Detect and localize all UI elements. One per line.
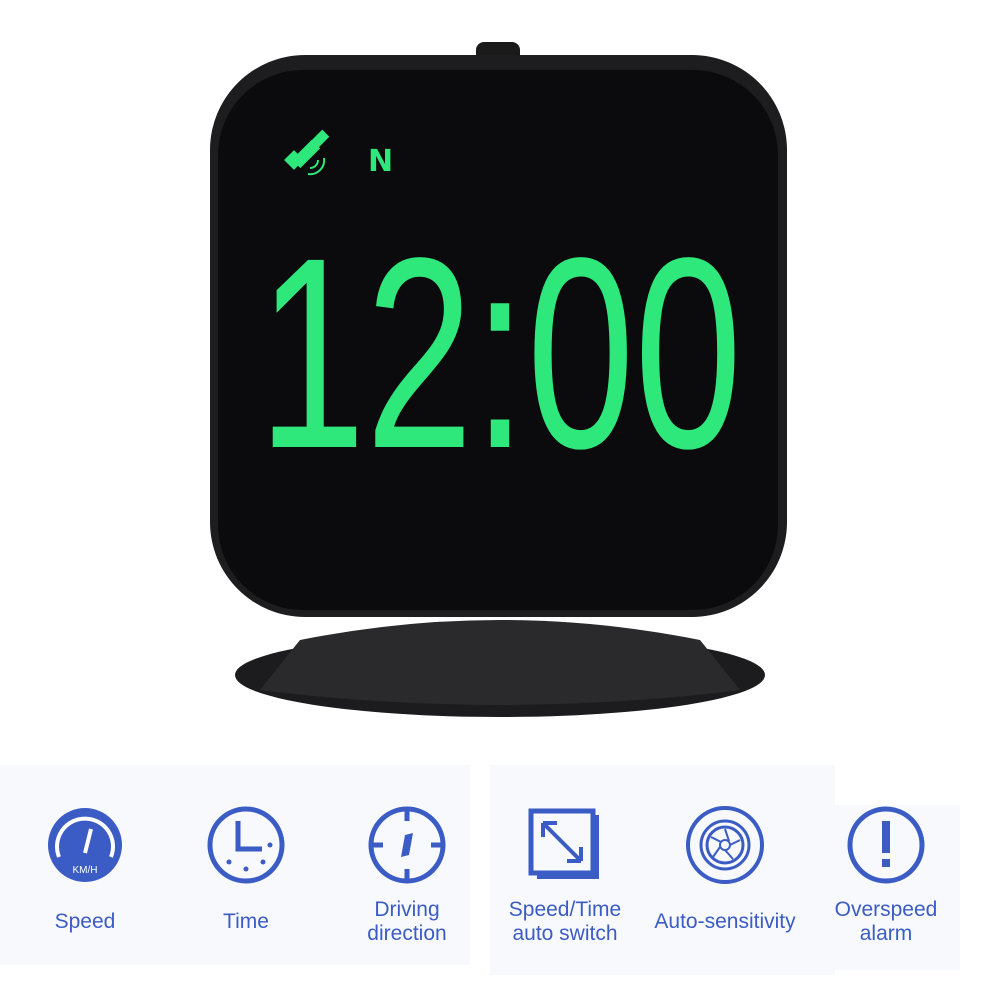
feature-sensor: Auto-sensitivity — [650, 805, 800, 947]
direction-indicator: N — [368, 144, 393, 179]
svg-text:KM/H: KM/H — [73, 865, 98, 876]
feature-clock: Time — [171, 805, 321, 947]
feature-switch-arrow: Speed/Time auto switch — [490, 805, 640, 947]
stand — [260, 620, 740, 705]
feature-label: Auto-sensitivity — [654, 910, 796, 933]
feature-label: Driving direction — [367, 898, 447, 945]
feature-label: Time — [223, 910, 269, 933]
alert-icon — [847, 806, 925, 884]
compass-icon — [368, 806, 446, 884]
time-display: 12:00 — [258, 201, 742, 505]
feature-speedometer: KM/H Speed — [10, 805, 160, 947]
feature-alert: Overspeed alarm — [811, 805, 961, 947]
switch-arrow-icon — [528, 808, 599, 879]
hud-device: N 12:00 — [210, 42, 787, 717]
clock-icon — [207, 806, 285, 884]
feature-label: Overspeed alarm — [834, 898, 938, 945]
feature-compass: Driving direction — [332, 805, 482, 947]
sensor-icon — [686, 806, 764, 884]
feature-label: Speed — [54, 910, 116, 933]
speedometer-icon: KM/H — [48, 808, 122, 882]
feature-label: Speed/Time auto switch — [508, 898, 622, 945]
